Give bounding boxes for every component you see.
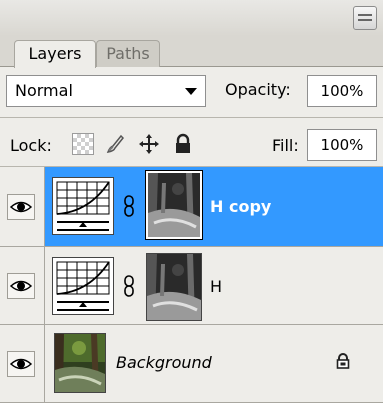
tab-layers[interactable]: Layers	[14, 40, 96, 68]
tab-paths[interactable]: Paths	[96, 40, 160, 67]
fill-input[interactable]: 100%	[307, 129, 377, 161]
layer-controls: Normal Opacity: 100% Lock: Fill: 100%	[0, 67, 383, 167]
lock-move-icon[interactable]	[138, 133, 160, 155]
blend-mode-select[interactable]: Normal	[6, 75, 206, 107]
visibility-toggle[interactable]	[7, 194, 35, 220]
visibility-cell	[0, 247, 45, 324]
lock-transparent-icon[interactable]	[72, 133, 94, 155]
visibility-toggle[interactable]	[7, 351, 35, 377]
curves-thumbnail[interactable]	[52, 257, 114, 315]
tab-bar: Layers Paths	[0, 36, 383, 68]
eye-icon	[10, 280, 32, 292]
visibility-toggle[interactable]	[7, 273, 35, 299]
blend-mode-value: Normal	[15, 81, 73, 100]
layer-image-thumbnail[interactable]	[54, 333, 106, 393]
lock-icon	[336, 353, 350, 369]
layer-mask-thumbnail[interactable]	[146, 253, 202, 321]
visibility-cell	[0, 167, 45, 246]
lock-all-icon[interactable]	[172, 133, 194, 155]
mask-link-icon[interactable]	[122, 195, 136, 217]
fill-label: Fill:	[272, 136, 299, 155]
dropdown-arrow-icon	[185, 88, 197, 95]
layer-name[interactable]: H	[210, 277, 222, 296]
layer-name[interactable]: Background	[116, 353, 212, 372]
panel-menu-icon[interactable]	[353, 6, 377, 30]
curves-thumbnail[interactable]	[52, 177, 114, 235]
layer-row-h[interactable]: H	[0, 247, 383, 325]
layer-name[interactable]: H copy	[210, 197, 271, 216]
visibility-cell	[0, 325, 45, 402]
layer-row-background[interactable]: Background	[0, 325, 383, 403]
mask-link-icon[interactable]	[122, 275, 136, 297]
layers-panel: Layers Paths Normal Opacity: 100% Lock:	[0, 0, 383, 403]
panel-title-bar	[0, 0, 383, 36]
controls-divider	[0, 117, 383, 118]
opacity-label: Opacity:	[225, 80, 291, 99]
opacity-input[interactable]: 100%	[307, 75, 377, 107]
eye-icon	[10, 201, 32, 213]
eye-icon	[10, 358, 32, 370]
layer-row-h-copy[interactable]: H copy	[0, 167, 383, 247]
layer-mask-thumbnail[interactable]	[145, 170, 203, 240]
lock-brush-icon[interactable]	[104, 133, 126, 155]
lock-label: Lock:	[10, 136, 52, 155]
layers-list: H copy H Background	[0, 167, 383, 403]
